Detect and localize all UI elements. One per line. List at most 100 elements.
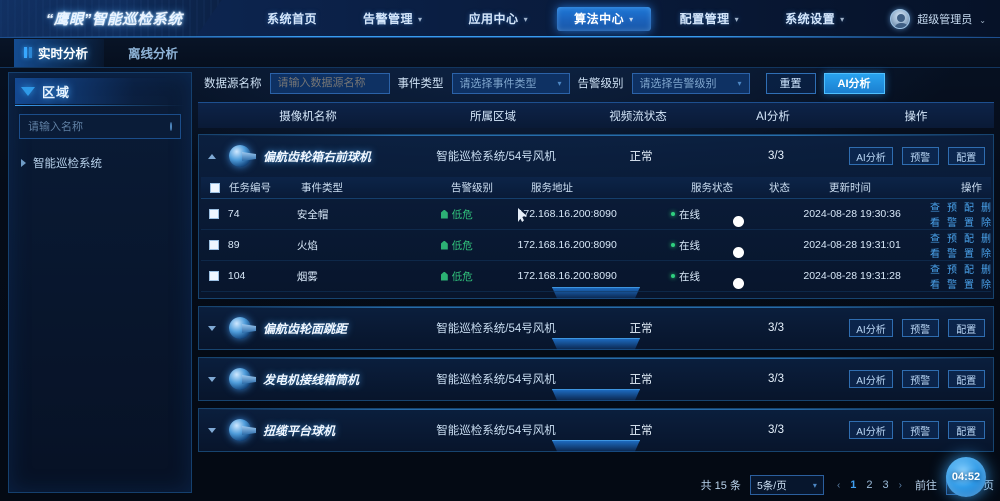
event-type-select[interactable]: 请选择事件类型 ▾ <box>451 72 570 94</box>
goto-prefix-label: 前往 <box>915 480 937 492</box>
status-dot-icon <box>671 274 675 278</box>
expand-toggle[interactable] <box>199 427 225 433</box>
total-count-label: 共 15 条 <box>700 480 741 492</box>
task-column-header-5: 状态 <box>769 182 790 194</box>
tree-item[interactable]: 智能巡检系统 <box>21 153 191 173</box>
task-column-header-2: 告警级别 <box>451 182 493 194</box>
nav-item-label: 告警管理 <box>363 12 414 26</box>
task-id: 74 <box>227 208 240 220</box>
task-action-link-3[interactable]: 删除 <box>981 199 991 229</box>
camera-action-button-1[interactable]: 预警 <box>901 319 939 337</box>
shield-icon <box>440 209 448 219</box>
tab-label: 实时分析 <box>38 47 89 61</box>
camera-card: 发电机接线箱筒机 智能巡检系统/54号风机 正常 3/3 AI分析 预警 配置 <box>198 357 994 401</box>
nav-item-5[interactable]: 系统设置 ▾ <box>768 7 862 31</box>
reset-button[interactable]: 重置 <box>765 72 816 94</box>
chevron-down-icon: ▾ <box>737 78 742 88</box>
task-action-link-0[interactable]: 查看 <box>930 261 940 291</box>
page-button-1[interactable]: 1 <box>850 479 856 491</box>
camera-area: 智能巡检系统/54号风机 <box>436 323 556 335</box>
task-id: 104 <box>227 270 246 282</box>
datasource-input-wrap[interactable] <box>269 72 390 94</box>
sidebar-search[interactable] <box>19 114 181 139</box>
task-event-type: 火焰 <box>296 239 318 252</box>
select-all-checkbox[interactable] <box>201 182 229 193</box>
camera-action-button-0[interactable]: AI分析 <box>849 147 893 165</box>
ai-analyze-button[interactable]: AI分析 <box>823 72 885 94</box>
circle-search-icon[interactable] <box>170 122 172 131</box>
task-action-link-1[interactable]: 预警 <box>947 261 957 291</box>
prev-page-button[interactable]: ‹ <box>837 480 840 491</box>
camera-action-button-0[interactable]: AI分析 <box>849 370 893 388</box>
camera-action-button-0[interactable]: AI分析 <box>849 421 893 439</box>
camera-action-button-1[interactable]: 预警 <box>901 421 939 439</box>
camera-action-button-2[interactable]: 配置 <box>947 370 985 388</box>
alarm-level-value: 请选择告警级别 <box>639 78 717 90</box>
triangle-right-icon[interactable] <box>21 159 26 167</box>
task-actions: 查看 预警 配置 删除 <box>930 261 991 291</box>
row-checkbox[interactable] <box>201 240 228 250</box>
page-size-select[interactable]: 5条/页 ▾ <box>749 475 824 495</box>
column-header-video-status: 视频流状态 <box>609 110 667 123</box>
nav-item-label: 配置管理 <box>679 12 730 26</box>
clock-badge[interactable]: 04:52 <box>946 457 986 497</box>
page-button-3[interactable]: 3 <box>883 479 889 491</box>
row-checkbox[interactable] <box>201 271 228 281</box>
user-menu[interactable]: 超级管理员 ⌄ <box>890 0 986 37</box>
task-action-link-0[interactable]: 查看 <box>930 230 940 260</box>
alarm-level-select[interactable]: 请选择告警级别 ▾ <box>631 72 750 94</box>
task-updated-time: 2024-08-28 19:30:36 <box>803 208 901 220</box>
camera-action-button-2[interactable]: 配置 <box>947 319 985 337</box>
datasource-input[interactable] <box>277 77 382 89</box>
nav-item-1[interactable]: 告警管理 ▾ <box>346 7 440 31</box>
nav-item-3[interactable]: 算法中心 ▾ <box>557 6 651 31</box>
camera-actions: AI分析 预警 配置 <box>841 370 993 388</box>
expand-toggle[interactable] <box>199 153 225 159</box>
page-button-2[interactable]: 2 <box>866 479 872 491</box>
row-checkbox[interactable] <box>201 209 228 219</box>
region-tree: 智能巡检系统 <box>9 153 191 173</box>
nav-item-label: 系统首页 <box>267 12 318 26</box>
camera-action-button-1[interactable]: 预警 <box>901 147 939 165</box>
camera-ai-count: 3/3 <box>768 322 784 334</box>
expand-toggle[interactable] <box>199 376 225 382</box>
task-action-link-1[interactable]: 预警 <box>947 199 957 229</box>
tab-0[interactable]: 实时分析 <box>14 38 105 67</box>
nav-item-2[interactable]: 应用中心 ▾ <box>452 7 546 31</box>
camera-action-button-2[interactable]: 配置 <box>947 147 985 165</box>
task-service-address: 172.168.16.200:8090 <box>517 208 617 220</box>
task-row: 74 安全帽 低危 172.168.16.200:8090 在线 2024-08-28 1… <box>201 199 991 230</box>
event-type-label: 事件类型 <box>397 78 444 90</box>
app-root: “鹰眼”智能巡检系统 系统首页 告警管理 ▾ 应用中心 ▾ 算法中心 ▾ 配置管理 ▾ 系统设置 ▾… <box>0 0 1000 501</box>
next-page-button[interactable]: › <box>899 480 902 491</box>
caret-up-icon <box>208 153 216 159</box>
task-alarm-level: 低危 <box>440 238 518 253</box>
camera-row: 发电机接线箱筒机 智能巡检系统/54号风机 正常 3/3 AI分析 预警 配置 <box>199 358 993 400</box>
page-numbers: ‹ 1 2 3 › <box>837 479 902 491</box>
task-action-link-3[interactable]: 删除 <box>981 261 991 291</box>
camera-action-button-2[interactable]: 配置 <box>947 421 985 439</box>
camera-area: 智能巡检系统/54号风机 <box>436 151 556 163</box>
task-action-link-1[interactable]: 预警 <box>947 230 957 260</box>
task-action-link-2[interactable]: 配置 <box>964 230 974 260</box>
sidebar-header[interactable]: 区域 <box>15 78 185 106</box>
camera-action-button-1[interactable]: 预警 <box>901 370 939 388</box>
task-action-link-2[interactable]: 配置 <box>964 199 974 229</box>
camera-actions: AI分析 预警 配置 <box>841 421 993 439</box>
camera-list[interactable]: 偏航齿轮箱右前球机 智能巡检系统/54号风机 正常 3/3 AI分析 预警 配置 任务编号 事件… <box>198 128 994 498</box>
nav-item-0[interactable]: 系统首页 <box>250 7 334 31</box>
chevron-down-icon: ▾ <box>812 480 817 490</box>
tab-1[interactable]: 离线分析 <box>118 39 194 67</box>
region-search-input[interactable] <box>28 120 170 133</box>
task-action-link-0[interactable]: 查看 <box>930 199 940 229</box>
nav-item-4[interactable]: 配置管理 ▾ <box>663 7 757 31</box>
task-service-status-label: 在线 <box>679 239 700 252</box>
task-column-header-7: 操作 <box>961 182 982 194</box>
task-column-header-6: 更新时间 <box>829 182 871 194</box>
camera-card: 偏航齿轮箱右前球机 智能巡检系统/54号风机 正常 3/3 AI分析 预警 配置 任务编号 事件… <box>198 134 994 299</box>
column-header-actions: 操作 <box>904 110 928 123</box>
camera-action-button-0[interactable]: AI分析 <box>849 319 893 337</box>
task-action-link-2[interactable]: 配置 <box>964 261 974 291</box>
expand-toggle[interactable] <box>199 325 225 331</box>
task-action-link-3[interactable]: 删除 <box>981 230 991 260</box>
